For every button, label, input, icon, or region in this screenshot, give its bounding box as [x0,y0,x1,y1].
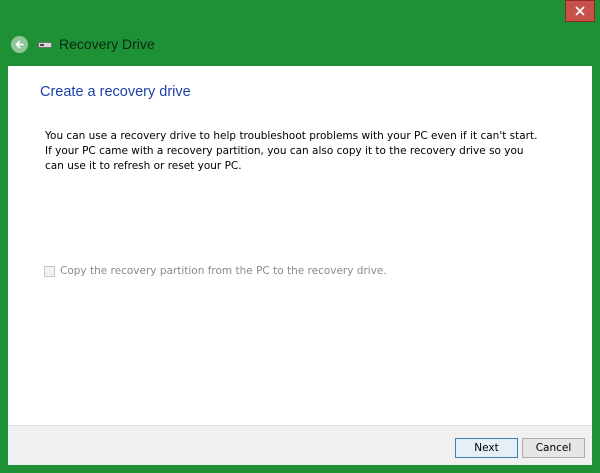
window-title: Recovery Drive [59,36,155,52]
close-button[interactable] [565,0,595,22]
usb-drive-icon [38,42,52,48]
content-pane: Create a recovery drive You can use a re… [8,66,592,425]
copy-partition-option: Copy the recovery partition from the PC … [44,265,387,277]
button-bar: Next Cancel [8,425,592,465]
copy-partition-label: Copy the recovery partition from the PC … [60,265,387,277]
recovery-drive-window: Recovery Drive Create a recovery drive Y… [0,0,600,473]
back-arrow-icon [15,40,24,49]
page-heading: Create a recovery drive [40,84,191,100]
next-button[interactable]: Next [455,438,518,458]
copy-partition-checkbox[interactable] [44,265,55,277]
close-icon [575,6,585,16]
back-button[interactable] [11,36,28,53]
title-bar: Recovery Drive [8,31,592,59]
description-text: You can use a recovery drive to help tro… [45,130,538,172]
cancel-button[interactable]: Cancel [522,438,585,458]
